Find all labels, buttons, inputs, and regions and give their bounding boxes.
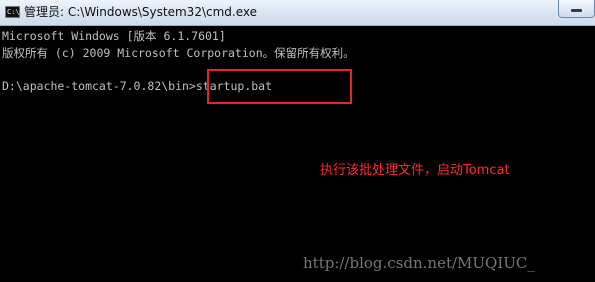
command-highlight-box <box>207 69 352 104</box>
minimize-icon <box>571 9 582 12</box>
watermark: http://blog.csdn.net/MUQIUC_ <box>303 254 535 272</box>
console-icon[interactable]: C:\ <box>5 6 20 18</box>
console-output[interactable]: Microsoft Windows [版本 6.1.7601] 版权所有 (c)… <box>0 26 595 282</box>
minimize-button[interactable] <box>558 0 595 18</box>
console-line-version: Microsoft Windows [版本 6.1.7601] <box>2 29 226 43</box>
title-bar[interactable]: C:\ 管理员: C:\Windows\System32\cmd.exe <box>0 0 595 26</box>
cmd-window: C:\ 管理员: C:\Windows\System32\cmd.exe Mic… <box>0 0 595 282</box>
console-line-copyright: 版权所有 (c) 2009 Microsoft Corporation。保留所有… <box>2 46 355 60</box>
annotation-note: 执行该批处理文件，启动Tomcat <box>320 163 510 178</box>
window-title: 管理员: C:\Windows\System32\cmd.exe <box>24 5 257 19</box>
